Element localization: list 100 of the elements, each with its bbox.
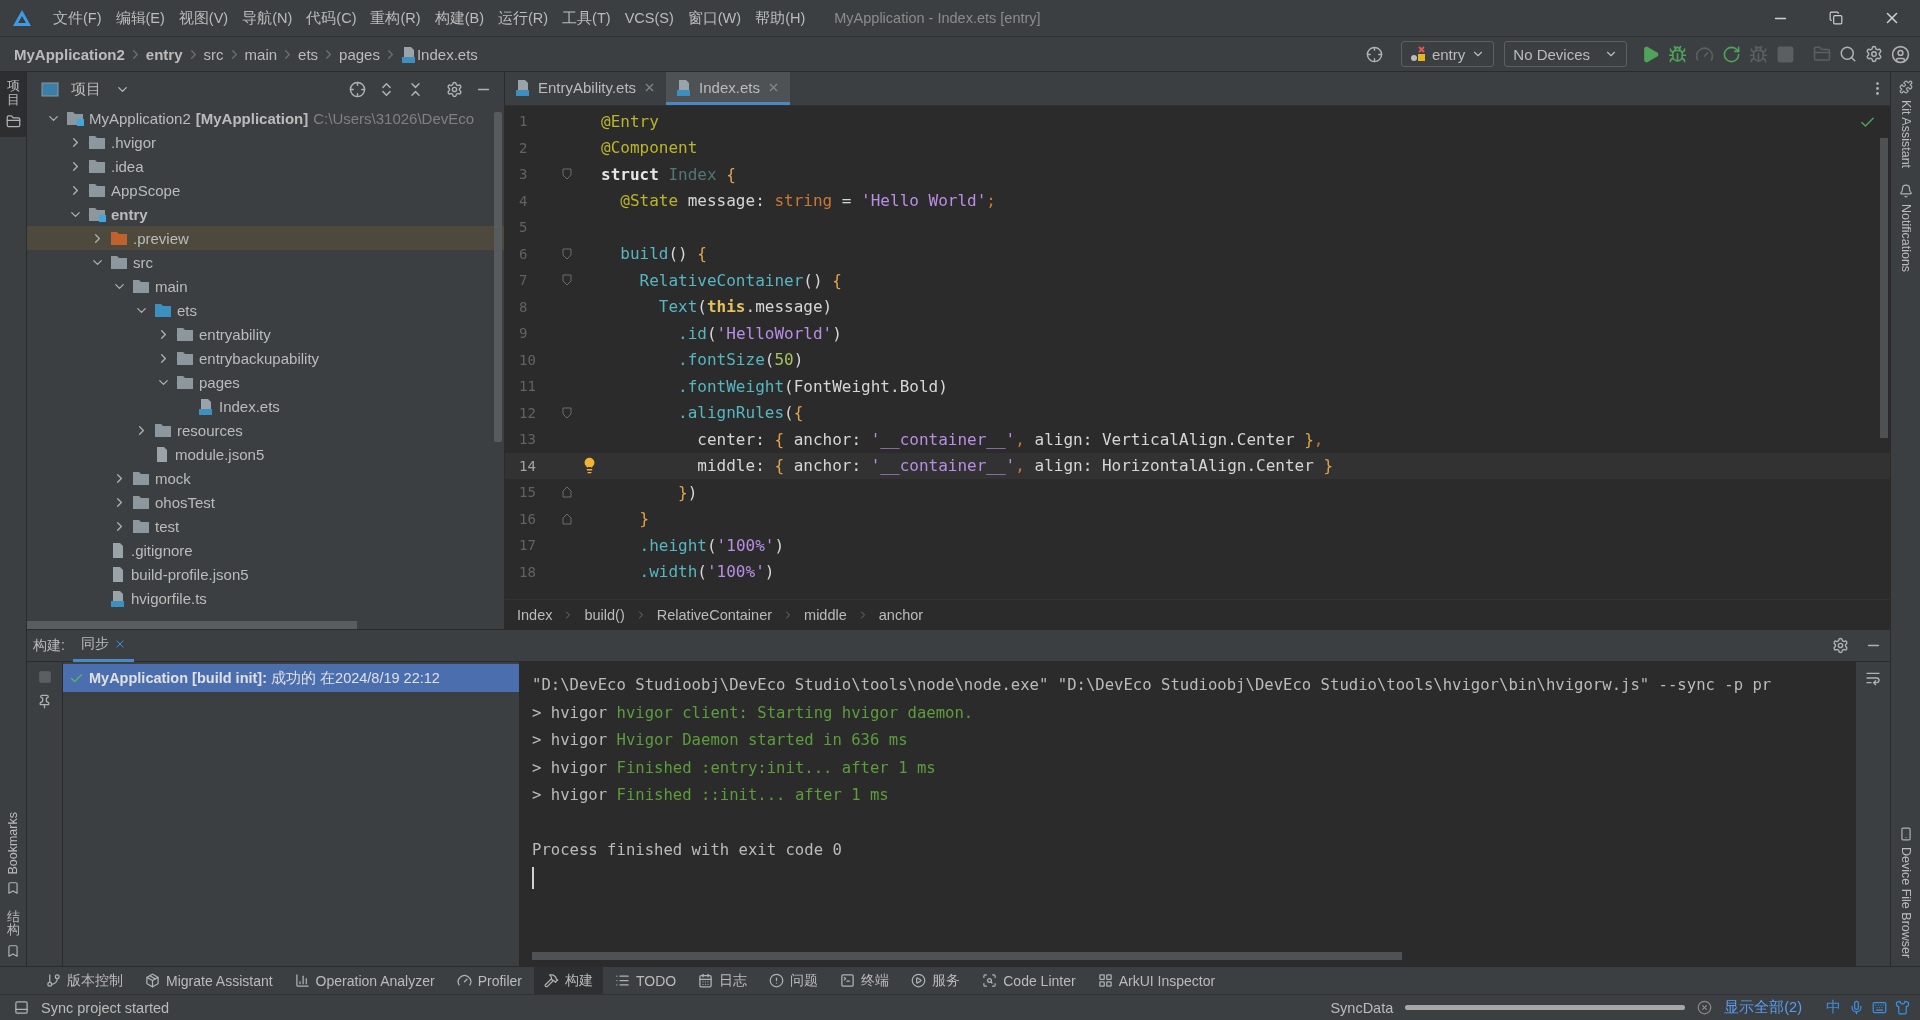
locate-icon[interactable] bbox=[349, 80, 366, 98]
tree-item[interactable]: entryability bbox=[199, 325, 271, 343]
pin-icon[interactable] bbox=[37, 694, 52, 709]
tool-window-tab[interactable]: Operation Analyzer bbox=[284, 966, 445, 995]
panel-icon[interactable] bbox=[14, 1000, 29, 1015]
tool-window-tab[interactable]: Kit Assistant bbox=[1891, 72, 1920, 177]
tree-item[interactable]: pages bbox=[199, 373, 240, 391]
tree-item[interactable]: Index.ets bbox=[219, 397, 280, 415]
menu-item[interactable]: 构建(B) bbox=[427, 4, 491, 32]
scrollbar[interactable] bbox=[1880, 138, 1888, 438]
tool-window-tab[interactable]: ArkUI Inspector bbox=[1087, 966, 1226, 995]
tree-item[interactable]: entry bbox=[111, 205, 148, 223]
breadcrumb[interactable]: MyApplication2 bbox=[14, 45, 125, 63]
tree-item[interactable]: main bbox=[155, 277, 188, 295]
menu-item[interactable]: 帮助(H) bbox=[748, 4, 813, 32]
tool-window-tab[interactable]: 日志 bbox=[688, 966, 758, 995]
menu-item[interactable]: 运行(R) bbox=[490, 4, 556, 32]
reload-icon[interactable] bbox=[1722, 44, 1741, 64]
tree-item[interactable]: test bbox=[155, 517, 180, 535]
tree-item[interactable]: entrybackupability bbox=[199, 349, 320, 367]
tree-item[interactable]: build-profile.json5 bbox=[131, 565, 249, 583]
shirt-icon[interactable] bbox=[1895, 1000, 1910, 1015]
tree-item[interactable]: hvigorfile.ts bbox=[131, 589, 207, 607]
cancel-icon[interactable] bbox=[1697, 1000, 1713, 1015]
locate-icon[interactable] bbox=[1365, 45, 1383, 63]
tool-window-tab[interactable]: Code Linter bbox=[972, 966, 1086, 995]
fold-icon[interactable] bbox=[562, 247, 572, 260]
scrollbar[interactable] bbox=[532, 952, 1402, 960]
scrollbar[interactable] bbox=[27, 621, 357, 629]
fold-icon[interactable] bbox=[562, 406, 572, 419]
menu-item[interactable]: 代码(C) bbox=[299, 4, 364, 32]
fold-icon[interactable] bbox=[562, 512, 572, 525]
run-icon[interactable] bbox=[1641, 44, 1660, 64]
tool-window-tab[interactable]: 结构 bbox=[0, 902, 26, 966]
menu-item[interactable]: 视图(V) bbox=[171, 4, 236, 32]
tool-window-tab[interactable]: 版本控制 bbox=[36, 966, 133, 995]
breadcrumb[interactable]: main bbox=[244, 45, 278, 63]
breadcrumb[interactable]: middle bbox=[804, 606, 847, 623]
tool-window-tab[interactable]: Device File Browser bbox=[1891, 818, 1920, 966]
breadcrumb[interactable]: pages bbox=[339, 45, 380, 63]
microphone-icon[interactable] bbox=[1849, 1000, 1864, 1015]
tree-item[interactable]: .preview bbox=[133, 229, 189, 247]
panel-title[interactable]: 项目 bbox=[71, 79, 101, 99]
tool-window-tab[interactable]: 项目 bbox=[0, 72, 26, 137]
search-icon[interactable] bbox=[1839, 45, 1857, 63]
breadcrumb[interactable]: src bbox=[203, 45, 224, 63]
breadcrumb[interactable]: RelativeContainer bbox=[656, 606, 773, 623]
breadcrumb[interactable]: build() bbox=[584, 606, 625, 623]
menu-item[interactable]: 重构(R) bbox=[363, 4, 428, 32]
menu-item[interactable]: VCS(S) bbox=[617, 6, 681, 30]
fold-icon[interactable] bbox=[562, 486, 572, 499]
wrap-icon[interactable] bbox=[1865, 670, 1881, 686]
keyboard-icon[interactable] bbox=[1872, 1000, 1887, 1015]
input-method-indicator[interactable]: 中 bbox=[1826, 998, 1841, 1017]
breadcrumb[interactable]: anchor bbox=[878, 606, 924, 623]
breadcrumb[interactable]: Index bbox=[517, 606, 553, 623]
tree-item[interactable]: AppScope bbox=[111, 181, 181, 199]
tree-item[interactable]: .idea bbox=[111, 157, 144, 175]
tree-item[interactable]: mock bbox=[155, 469, 191, 487]
menu-item[interactable]: 窗口(W) bbox=[680, 4, 749, 32]
menu-item[interactable]: 导航(N) bbox=[235, 4, 300, 32]
fold-icon[interactable] bbox=[562, 274, 572, 287]
tool-window-tab[interactable]: Notifications bbox=[1891, 176, 1920, 281]
tool-window-tab[interactable]: Migrate Assistant bbox=[135, 966, 283, 995]
menu-item[interactable]: 文件(F) bbox=[46, 4, 109, 32]
tree-item[interactable]: module.json5 bbox=[175, 445, 265, 463]
breadcrumb[interactable]: ets bbox=[298, 45, 319, 63]
debug-icon[interactable] bbox=[1668, 44, 1687, 64]
device-dropdown[interactable]: No Devices bbox=[1504, 41, 1627, 67]
settings-icon[interactable] bbox=[1865, 45, 1883, 63]
tree-item[interactable]: .gitignore bbox=[131, 541, 193, 559]
tool-window-tab[interactable]: 问题 bbox=[759, 966, 829, 995]
show-all-link[interactable]: 显示全部(2) bbox=[1724, 998, 1802, 1017]
tool-window-tab[interactable]: TODO bbox=[605, 966, 687, 995]
tree-item[interactable]: .hvigor bbox=[111, 133, 157, 151]
tree-item[interactable]: ets bbox=[177, 301, 197, 319]
editor-tab[interactable]: EntryAbility.ets bbox=[505, 72, 667, 105]
account-icon[interactable] bbox=[1891, 44, 1910, 64]
breadcrumb[interactable]: Index.ets bbox=[416, 45, 478, 63]
tree-item[interactable]: src bbox=[133, 253, 153, 271]
menu-item[interactable]: 编辑(E) bbox=[108, 4, 172, 32]
settings-icon[interactable] bbox=[1832, 637, 1849, 654]
settings-icon[interactable] bbox=[446, 80, 463, 98]
tree-item[interactable]: ohosTest bbox=[155, 493, 216, 511]
run-config-dropdown[interactable]: entry bbox=[1400, 41, 1495, 67]
restore-icon[interactable] bbox=[1829, 11, 1843, 25]
tool-window-tab[interactable]: Bookmarks bbox=[0, 803, 26, 903]
scrollbar[interactable] bbox=[494, 112, 502, 442]
tree-item[interactable]: resources bbox=[177, 421, 243, 439]
editor-tab[interactable]: Index.ets bbox=[666, 72, 790, 105]
tool-window-tab[interactable]: Profiler bbox=[446, 966, 533, 995]
tool-window-tab[interactable]: 服务 bbox=[901, 966, 971, 995]
tree-item[interactable]: MyApplication2 bbox=[89, 109, 191, 127]
tool-window-tab[interactable]: 终端 bbox=[830, 966, 900, 995]
tree-row-highlight[interactable]: .preview bbox=[27, 226, 504, 250]
tool-window-tab[interactable]: 构建 bbox=[534, 966, 604, 995]
build-result-row[interactable]: MyApplication [build init]: 成功的 在2024/8/19 22:12 bbox=[63, 664, 519, 692]
fold-icon[interactable] bbox=[562, 168, 572, 181]
menu-item[interactable]: 工具(T) bbox=[555, 4, 618, 32]
breadcrumb[interactable]: entry bbox=[145, 45, 183, 63]
